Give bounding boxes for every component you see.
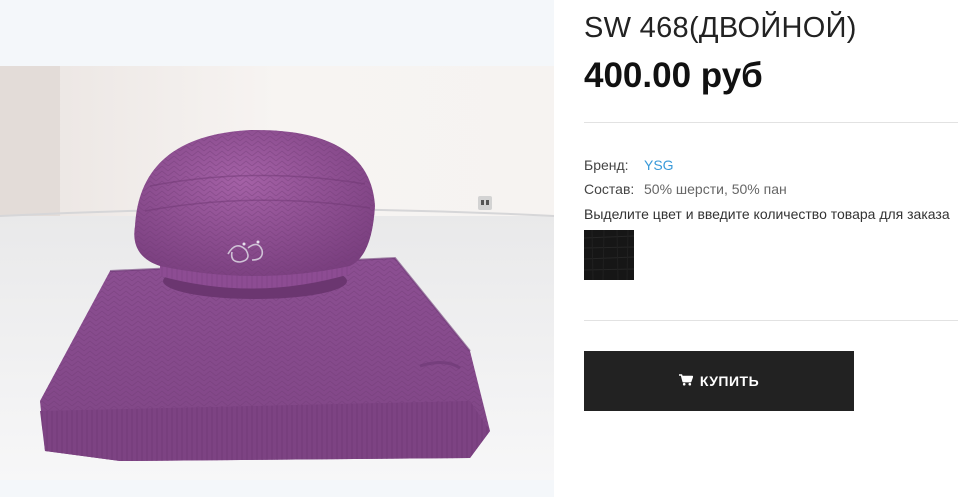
- gallery-top-margin: [0, 0, 554, 66]
- product-photo-illustration: [0, 66, 554, 480]
- swatch-texture: [584, 230, 634, 280]
- divider-bottom: [584, 320, 958, 321]
- product-price: 400.00 руб: [584, 56, 763, 95]
- cart-icon: [678, 373, 694, 389]
- brand-row: Бренд: YSG: [584, 157, 674, 173]
- color-swatch-black[interactable]: [584, 230, 634, 280]
- buy-button[interactable]: КУПИТЬ: [584, 351, 854, 411]
- color-selection-hint: Выделите цвет и введите количество товар…: [584, 206, 950, 222]
- divider-top: [584, 122, 958, 123]
- brand-label: Бренд:: [584, 157, 629, 173]
- composition-label: Состав:: [584, 181, 635, 197]
- composition-value: 50% шерсти, 50% пан: [644, 181, 787, 197]
- gallery-bottom-margin: [0, 480, 554, 497]
- product-image[interactable]: [0, 66, 554, 480]
- brand-link[interactable]: YSG: [644, 157, 674, 173]
- product-title: SW 468(ДВОЙНОЙ): [584, 12, 857, 44]
- buy-button-label: КУПИТЬ: [699, 373, 760, 389]
- composition-row: Состав: 50% шерсти, 50% пан: [584, 181, 787, 197]
